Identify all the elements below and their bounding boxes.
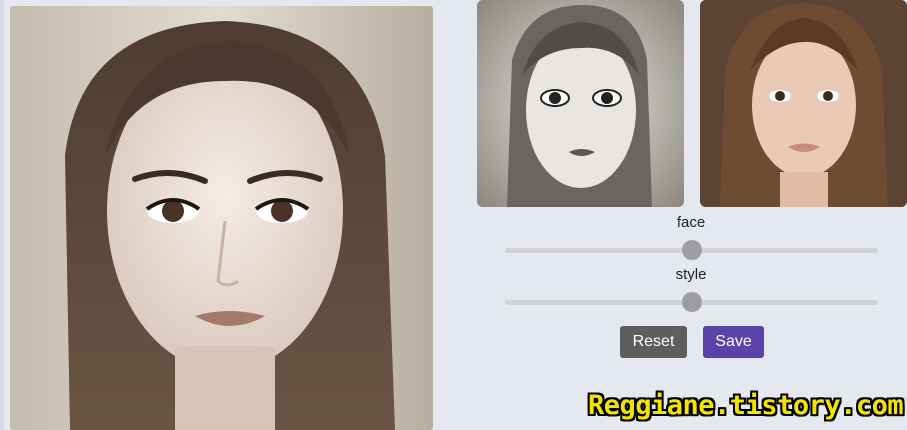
reset-button[interactable]: Reset bbox=[620, 326, 687, 358]
style-slider[interactable] bbox=[505, 292, 878, 312]
style-slider-thumb[interactable] bbox=[681, 292, 702, 312]
face-slider-thumb[interactable] bbox=[681, 240, 702, 260]
watermark-text: Reggiane.tistory.com bbox=[588, 390, 904, 421]
result-portrait-image bbox=[10, 6, 433, 430]
style-reference-image[interactable] bbox=[477, 0, 684, 207]
face-slider[interactable] bbox=[505, 240, 878, 260]
window-edge bbox=[0, 0, 4, 430]
face-reference-image[interactable] bbox=[700, 0, 907, 207]
style-slider-label: style bbox=[675, 266, 707, 283]
face-slider-label: face bbox=[676, 214, 706, 231]
save-button[interactable]: Save bbox=[703, 326, 764, 358]
